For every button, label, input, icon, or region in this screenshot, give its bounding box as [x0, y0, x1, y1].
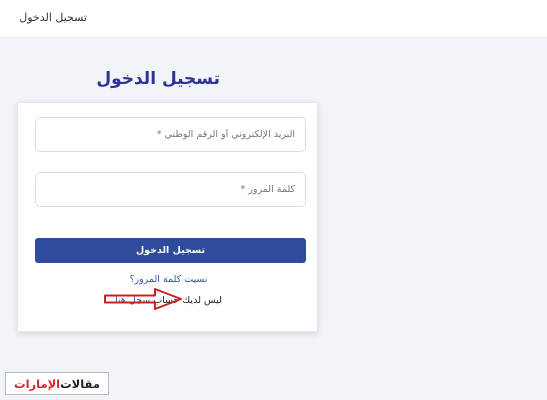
top-bar-title: تسجيل الدخول: [19, 11, 87, 24]
watermark-logo: مقالات الإمارات: [5, 372, 109, 395]
login-button[interactable]: تسجيل الدخول: [35, 238, 306, 263]
annotation-arrow-icon: [104, 288, 182, 310]
top-bar: تسجيل الدخول: [0, 0, 547, 38]
watermark-text-dark: مقالات: [60, 376, 100, 391]
password-field[interactable]: [35, 172, 306, 207]
page-title: تسجيل الدخول: [96, 69, 220, 89]
forgot-password-link[interactable]: نسيت كلمة المرور؟: [18, 274, 319, 285]
watermark-text-red: الإمارات: [14, 376, 61, 391]
email-field[interactable]: [35, 117, 306, 152]
